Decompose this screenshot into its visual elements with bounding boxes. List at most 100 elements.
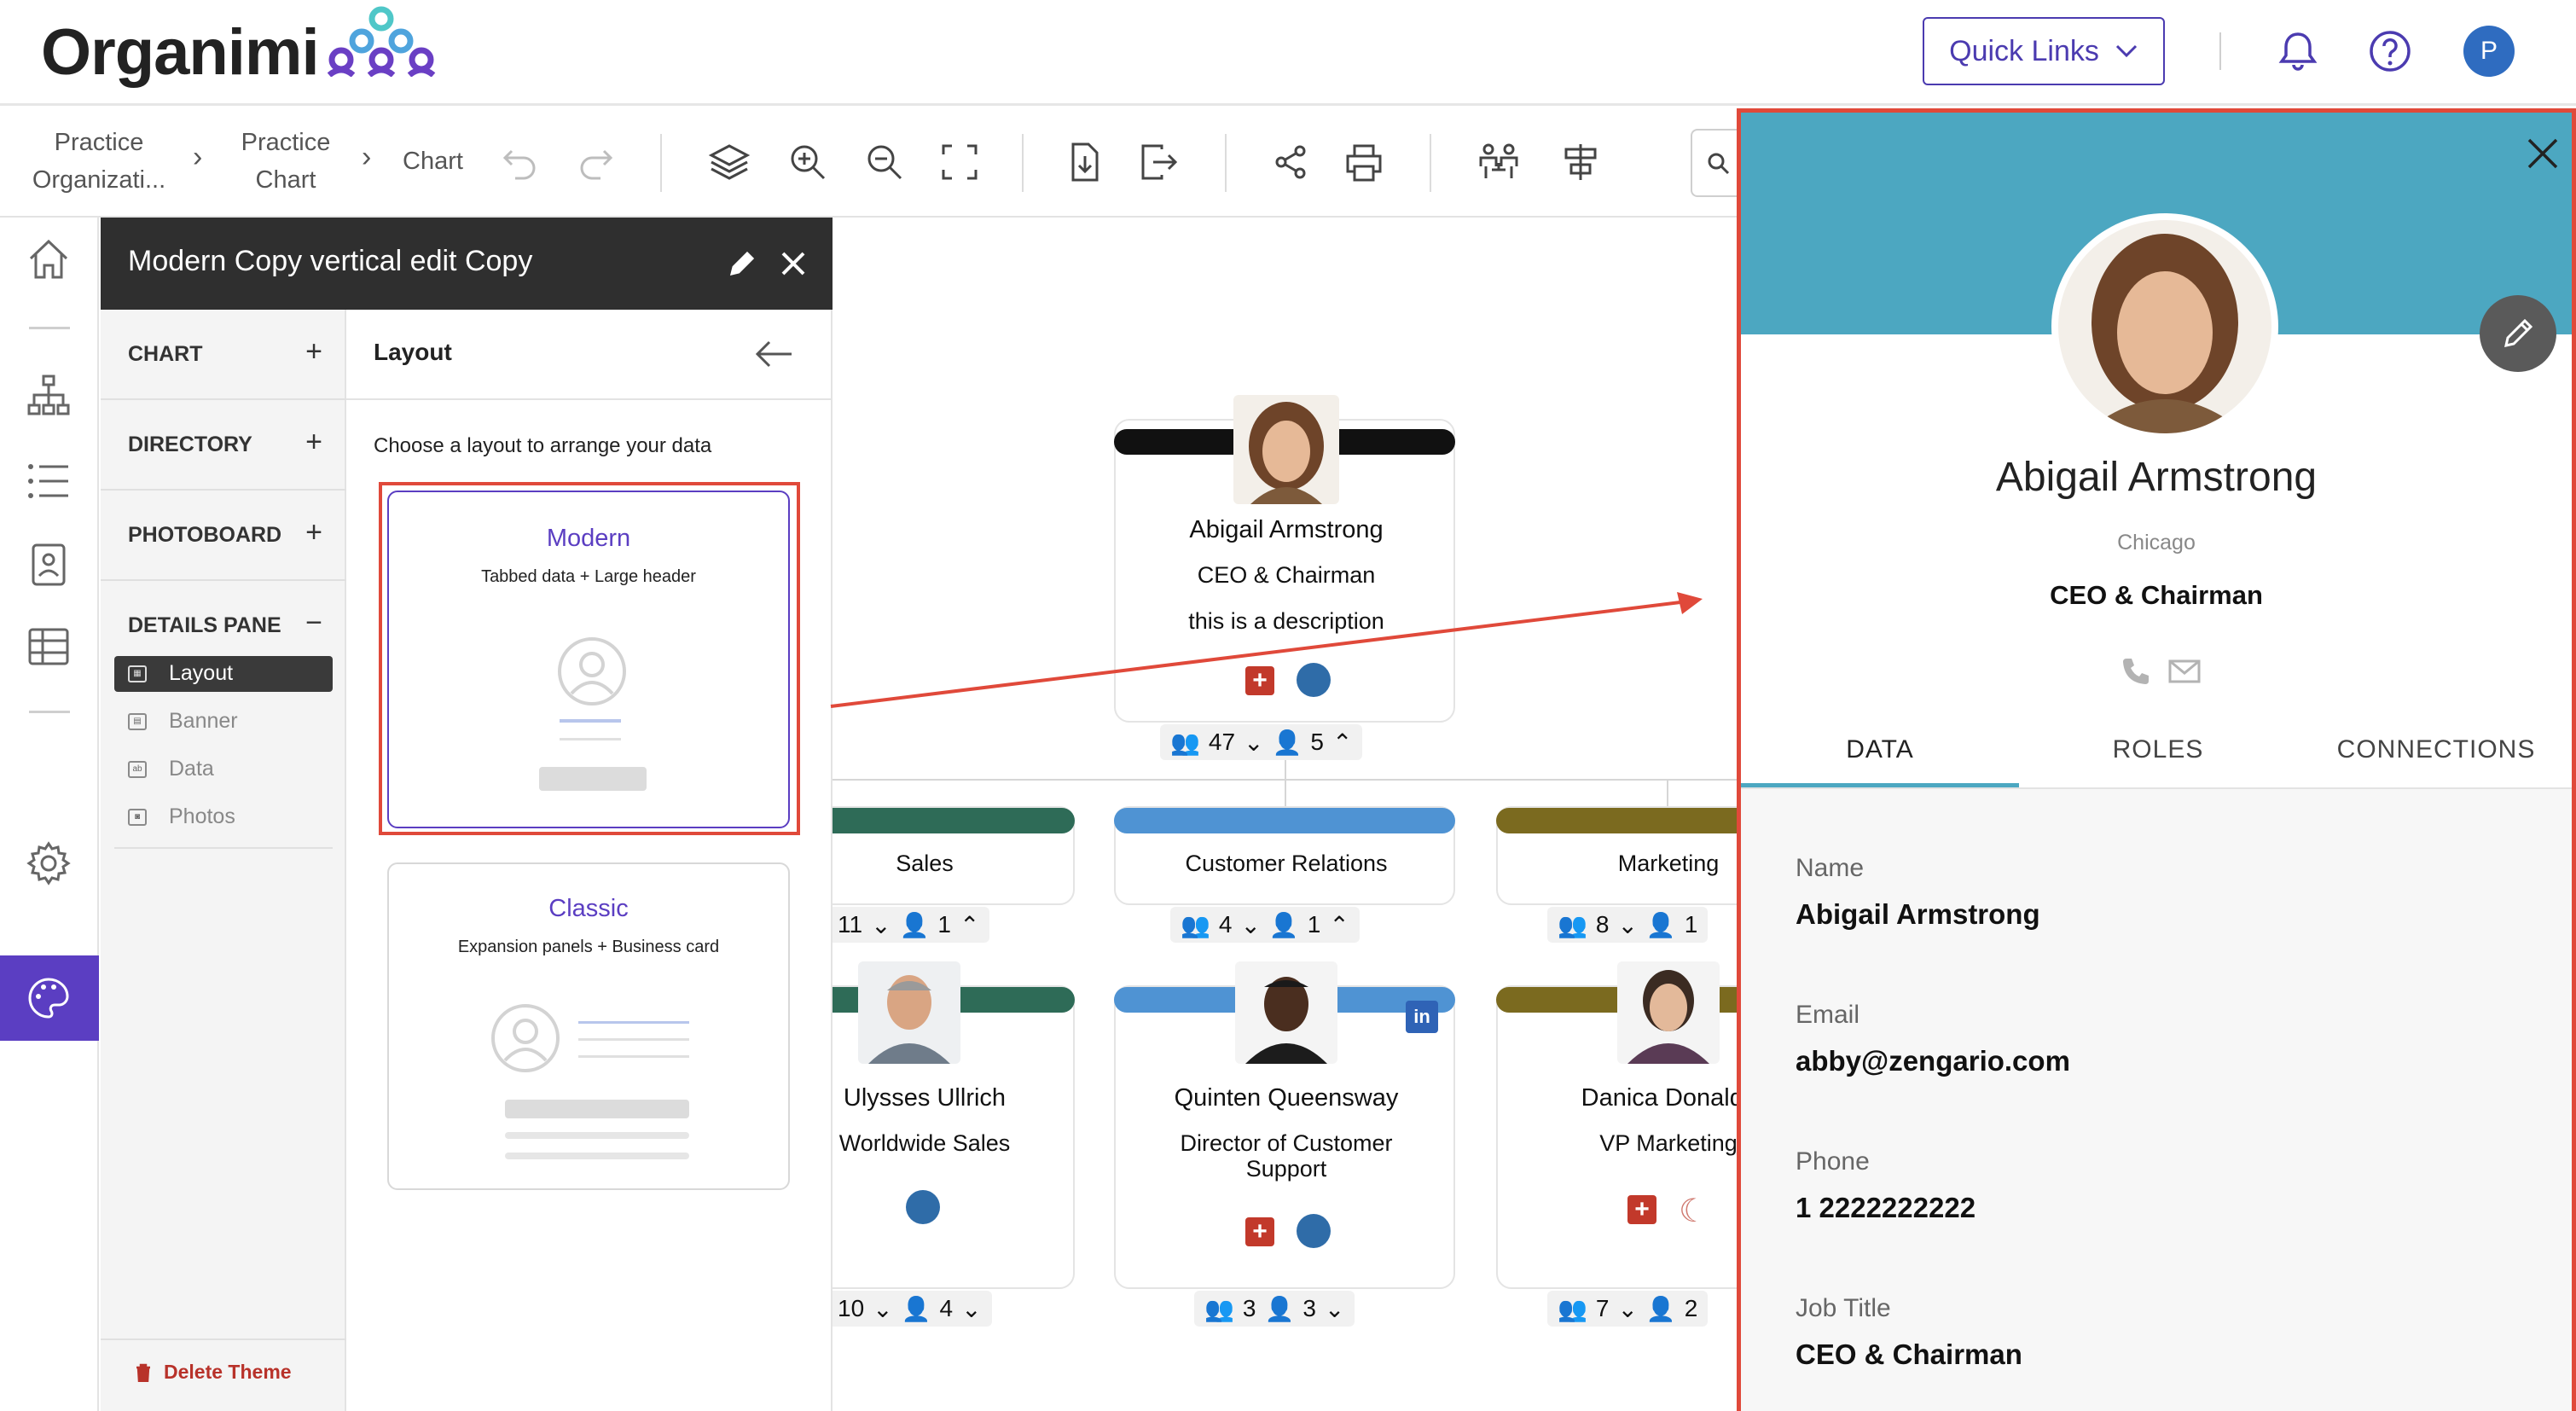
person-count-pill[interactable]: 👥 7 ⌄ 👤 2 [1547,1291,1709,1327]
person-icon: 👤 [1264,1295,1295,1322]
nav-section-directory[interactable]: DIRECTORY + [101,400,346,491]
arrow-back-icon[interactable] [754,339,793,369]
org-chart-icon[interactable] [26,373,72,419]
field-label-name: Name [1796,854,1865,882]
org-card-quinten[interactable]: in Quinten Queensway Director of Custome… [1114,961,1455,1289]
dept-count-pill[interactable]: 👥 8 ⌄ 👤 1 [1547,907,1709,943]
dept-count-pill[interactable]: 11 ⌄ 👤 1 ⌃ [833,907,990,943]
settings-icon[interactable] [26,840,72,886]
close-icon[interactable] [778,248,809,279]
expand-all-icon: ⌄ [1617,1295,1638,1322]
align-icon[interactable] [1559,141,1602,183]
search-box[interactable] [1691,129,1742,197]
theme-panel-header: Modern Copy vertical edit Copy [101,218,833,310]
redo-icon[interactable] [575,141,618,183]
nav-sub-photos[interactable]: ◙ Photos [114,799,333,835]
org-card-ulysses[interactable]: Ulysses Ullrich Worldwide Sales [833,961,1075,1289]
zoom-in-icon[interactable] [786,141,829,183]
add-icon[interactable]: + [1627,1195,1656,1224]
person-photo [1235,961,1337,1064]
share-icon[interactable] [1269,141,1312,183]
people-icon: 👥 [1204,1295,1234,1322]
list-icon[interactable] [26,458,72,504]
close-icon[interactable] [2526,136,2560,171]
direct-count: 3 [1303,1295,1316,1321]
delete-theme-button[interactable]: Delete Theme [135,1361,292,1384]
quick-links-button[interactable]: Quick Links [1923,17,2165,85]
details-photo [2051,213,2278,440]
add-icon[interactable]: + [1245,1217,1274,1246]
person-photo-graphic [1617,961,1720,1064]
toolbar-divider [1225,134,1227,192]
import-icon[interactable] [1063,141,1105,183]
dept-card-marketing[interactable]: Marketing [1496,806,1740,905]
line-placeholder [505,1132,689,1139]
user-avatar[interactable]: P [2463,26,2515,77]
total-count: 11 [838,911,863,938]
linkedin-icon[interactable]: in [1406,1001,1438,1033]
home-icon[interactable] [26,236,72,282]
details-fields: Name Abigail Armstrong Email abby@zengar… [1741,789,2572,1411]
field-value-phone[interactable]: 1 2222222222 [1796,1192,1976,1224]
fit-screen-icon[interactable] [938,141,981,183]
org-chart-canvas[interactable]: Abigail Armstrong CEO & Chairman this is… [833,218,1740,1411]
toolbar-divider [660,134,662,192]
field-value-email[interactable]: abby@zengario.com [1796,1045,2070,1077]
nav-sub-layout[interactable]: ▦ Layout [114,656,333,692]
root-count-pill[interactable]: 👥 47 ⌄ 👤 5 ⌃ [1160,724,1363,760]
zoom-out-icon[interactable] [863,141,906,183]
field-label-job-title: Job Title [1796,1294,1891,1322]
nav-section-chart[interactable]: CHART + [101,310,346,400]
directory-icon[interactable] [26,542,72,588]
chevron-down-icon: ⌄ [961,1295,982,1322]
person-count-pill[interactable]: 👥 3 👤 3 ⌄ [1194,1291,1355,1327]
field-value-job-title: CEO & Chairman [1796,1338,2022,1370]
chevron-up-icon: ⌃ [1329,911,1349,938]
person-count-pill[interactable]: 10 ⌄ 👤 4 ⌄ [833,1291,992,1327]
dept-count-pill[interactable]: 👥 4 ⌄ 👤 1 ⌃ [1170,907,1360,943]
toolbar-divider [1022,134,1024,192]
edit-profile-button[interactable] [2480,295,2556,372]
person-title: CEO & Chairman [1197,562,1376,588]
person-name: Danica Donalds [1581,1084,1740,1112]
field-label-phone: Phone [1796,1147,1870,1176]
nav-sub-data[interactable]: ab Data [114,752,333,787]
total-count: 4 [1218,911,1233,938]
print-icon[interactable] [1343,141,1385,183]
phone-icon[interactable] [2120,655,2152,688]
nav-section-details-pane[interactable]: DETAILS PANE − [101,581,346,639]
pencil-icon [2504,318,2533,347]
breadcrumb-chart-group[interactable]: Practice Chart [230,124,341,199]
tab-connections[interactable]: CONNECTIONS [2297,735,2575,764]
table-icon[interactable] [26,624,72,670]
layout-option-classic[interactable]: Classic Expansion panels + Business card [387,862,790,1190]
theme-nav-active[interactable] [0,955,99,1041]
nav-sub-banner[interactable]: ▤ Banner [114,704,333,740]
pencil-icon[interactable] [727,248,757,279]
breadcrumb-organization[interactable]: Practice Organizati... [31,124,167,199]
undo-icon[interactable] [498,141,541,183]
team-icon[interactable] [1477,141,1520,183]
chevron-down-icon: ⌄ [1324,1295,1345,1322]
block-placeholder [505,1100,689,1118]
tab-roles[interactable]: ROLES [2019,735,2297,764]
bell-icon[interactable] [2272,26,2324,77]
nav-sub-label: Banner [169,709,238,733]
status-dot [906,1190,940,1224]
data-icon: ab [128,761,147,778]
app-logo[interactable]: Organimi [41,15,320,90]
person-name: Abigail Armstrong [1189,516,1384,543]
dept-card-sales[interactable]: Sales [833,806,1075,905]
person-photo-graphic [1235,961,1337,1064]
nav-section-photoboard[interactable]: PHOTOBOARD + [101,491,346,581]
tab-data[interactable]: DATA [1741,735,2019,764]
help-icon[interactable] [2364,26,2416,77]
layers-icon[interactable] [708,141,751,183]
person-name: Ulysses Ullrich [843,1084,1007,1112]
direct-count: 1 [1684,911,1698,938]
dept-card-customer-relations[interactable]: Customer Relations [1114,806,1455,905]
nav-section-label: DETAILS PANE [128,613,281,637]
org-card-danica[interactable]: Danica Donalds VP Marketing + ☾ [1496,961,1740,1289]
mail-icon[interactable] [2167,659,2202,684]
export-icon[interactable] [1136,141,1179,183]
